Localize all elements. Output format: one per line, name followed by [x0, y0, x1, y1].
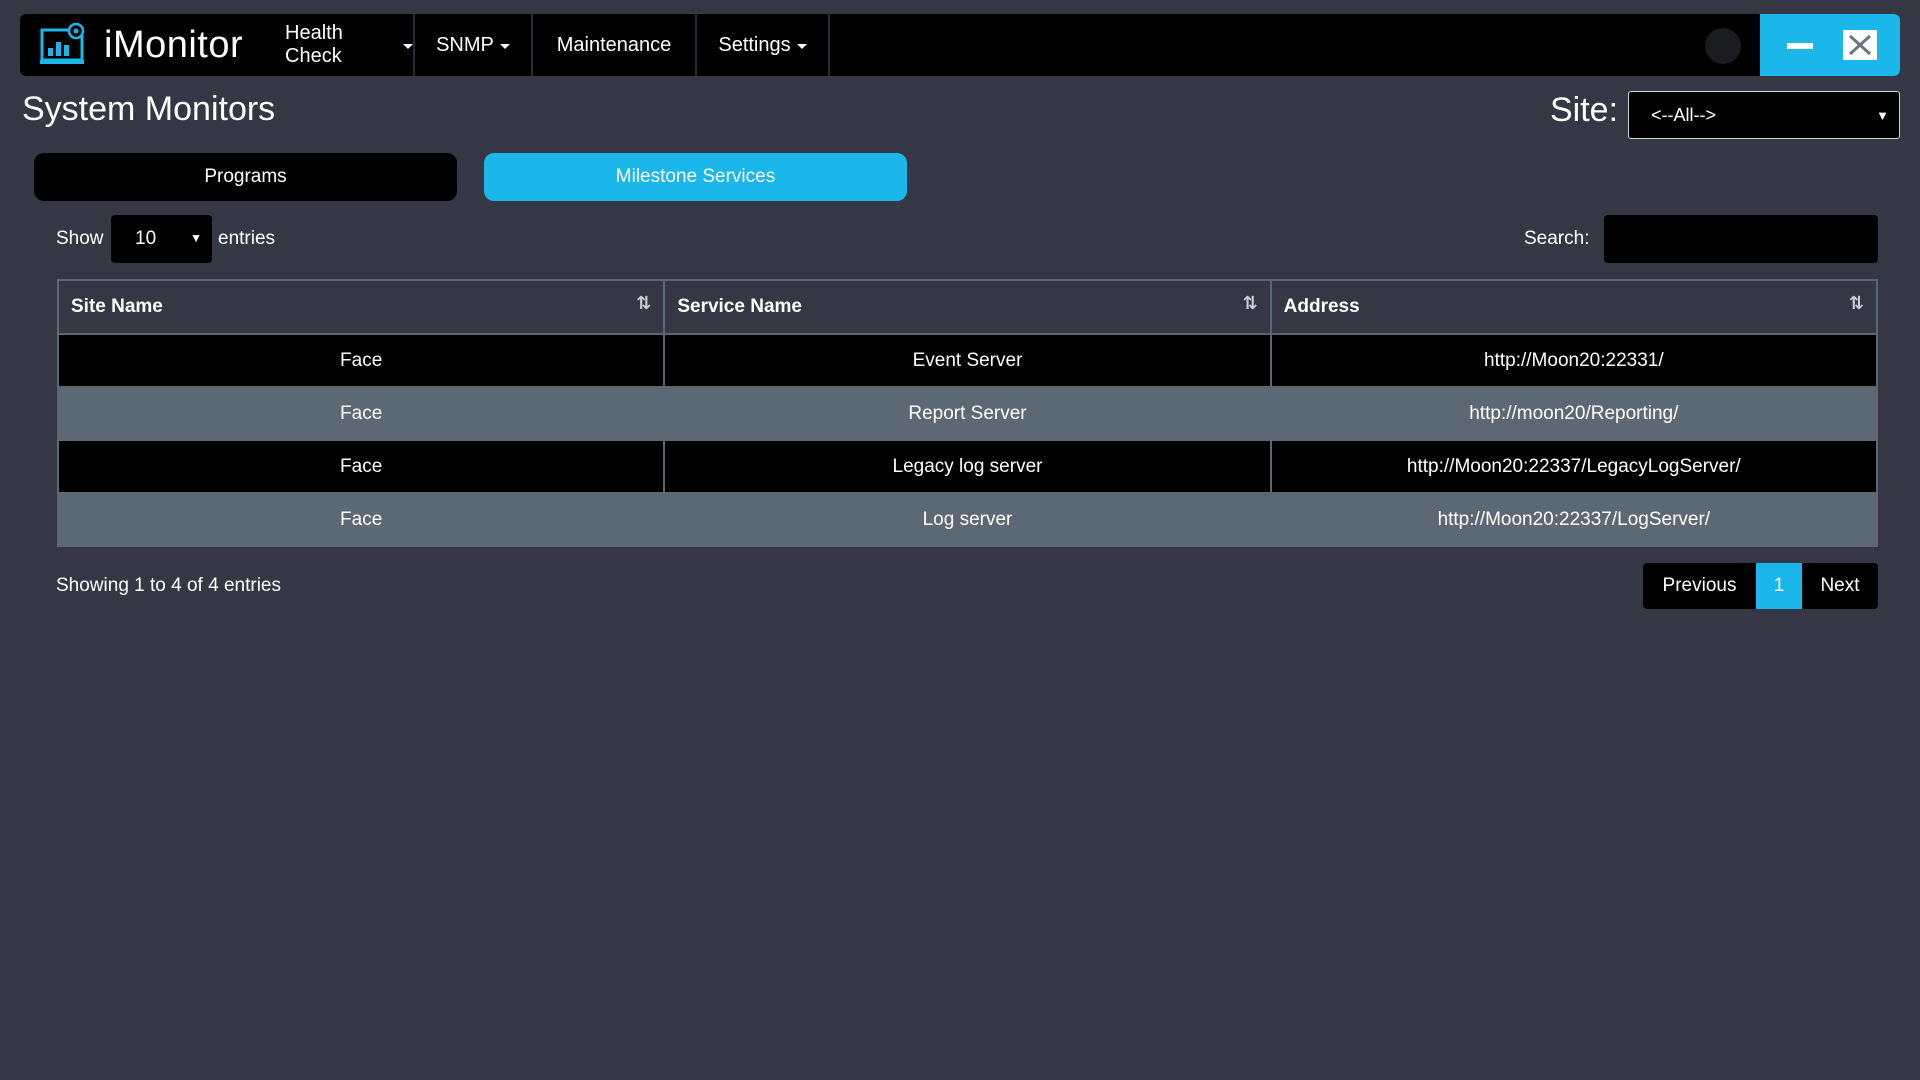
page-length-value: 10 — [135, 228, 157, 249]
top-navbar: iMonitor Health Check SNMP Maintenance S… — [20, 14, 1900, 76]
cell-site-name: Face — [56, 333, 666, 388]
sort-icon: ⇅ — [1242, 293, 1258, 313]
previous-page-button[interactable]: Previous — [1643, 563, 1756, 609]
cell-address: http://moon20/Reporting/ — [1269, 386, 1879, 441]
page-title: System Monitors — [22, 90, 276, 128]
column-header-label: Address — [1283, 296, 1360, 317]
nav-settings[interactable]: Settings — [697, 14, 830, 76]
tab-milestone-services-label: Milestone Services — [615, 166, 776, 187]
nav-health-check[interactable]: Health Check — [285, 14, 415, 76]
sort-icon: ⇅ — [636, 293, 652, 313]
cell-service-name: Event Server — [663, 333, 1272, 388]
column-header-label: Service Name — [677, 296, 802, 317]
table-header-row: Site Name ⇅ Service Name ⇅ Address ⇅ — [56, 279, 1879, 335]
nav-maintenance[interactable]: Maintenance — [533, 14, 697, 76]
column-header-label: Site Name — [71, 296, 163, 317]
cell-service-name: Legacy log server — [663, 439, 1272, 494]
nav-snmp-label: SNMP — [436, 33, 494, 56]
cell-site-name: Face — [56, 439, 666, 494]
page-length-select[interactable]: 10 ▼ — [111, 215, 212, 263]
cell-address: http://Moon20:22331/ — [1269, 333, 1879, 388]
nav-menu: Health Check SNMP Maintenance Settings — [285, 14, 830, 76]
nav-maintenance-label: Maintenance — [556, 33, 672, 56]
show-label: Show — [56, 228, 104, 249]
search-label: Search: — [1524, 228, 1590, 249]
cell-address: http://Moon20:22337/LegacyLogServer/ — [1269, 439, 1879, 494]
column-header-address[interactable]: Address ⇅ — [1269, 279, 1879, 335]
page-1-button[interactable]: 1 — [1756, 563, 1802, 609]
monitor-logo-icon — [40, 22, 85, 64]
site-select-value: <--All--> — [1651, 104, 1717, 125]
table-row[interactable]: Face Log server http://Moon20:22337/LogS… — [56, 492, 1879, 547]
cell-site-name: Face — [56, 386, 666, 441]
minimize-button[interactable] — [1783, 30, 1817, 60]
sort-icon: ⇅ — [1848, 293, 1864, 313]
services-table: Site Name ⇅ Service Name ⇅ Address ⇅ Fac… — [56, 279, 1879, 547]
pagination: Previous 1 Next — [1643, 563, 1878, 609]
dropdown-arrow-icon: ▼ — [1876, 108, 1889, 123]
cell-site-name: Face — [56, 492, 666, 547]
tab-programs[interactable]: Programs — [34, 153, 457, 201]
table-row[interactable]: Face Legacy log server http://Moon20:223… — [56, 439, 1879, 494]
app-name: iMonitor — [104, 23, 244, 66]
site-select[interactable]: <--All--> ▼ — [1628, 91, 1900, 139]
cell-service-name: Log server — [663, 492, 1272, 547]
theme-toggle-button[interactable] — [1705, 28, 1741, 64]
search-input[interactable] — [1604, 215, 1878, 263]
column-header-service-name[interactable]: Service Name ⇅ — [663, 279, 1272, 335]
table-row[interactable]: Face Report Server http://moon20/Reporti… — [56, 386, 1879, 441]
close-button[interactable] — [1843, 30, 1877, 60]
cell-service-name: Report Server — [663, 386, 1272, 441]
entries-label: entries — [218, 228, 276, 249]
nav-health-check-label: Health Check — [285, 22, 343, 67]
next-page-button[interactable]: Next — [1802, 563, 1878, 609]
window-controls — [1760, 14, 1900, 76]
tab-programs-label: Programs — [204, 166, 287, 187]
column-header-site-name[interactable]: Site Name ⇅ — [56, 279, 666, 335]
cell-address: http://Moon20:22337/LogServer/ — [1269, 492, 1879, 547]
moon-icon — [1718, 38, 1726, 54]
table-row[interactable]: Face Event Server http://Moon20:22331/ — [56, 333, 1879, 388]
tab-milestone-services[interactable]: Milestone Services — [484, 153, 907, 201]
caret-down-icon — [796, 44, 807, 49]
dropdown-arrow-icon: ▼ — [190, 231, 202, 245]
brand[interactable]: iMonitor — [20, 14, 285, 76]
site-label: Site: — [1550, 91, 1619, 129]
close-icon — [1848, 34, 1872, 56]
nav-snmp[interactable]: SNMP — [415, 14, 533, 76]
nav-settings-label: Settings — [718, 33, 791, 56]
caret-down-icon — [403, 44, 413, 49]
table-info: Showing 1 to 4 of 4 entries — [56, 575, 281, 596]
caret-down-icon — [499, 44, 510, 49]
minimize-icon — [1787, 43, 1813, 49]
